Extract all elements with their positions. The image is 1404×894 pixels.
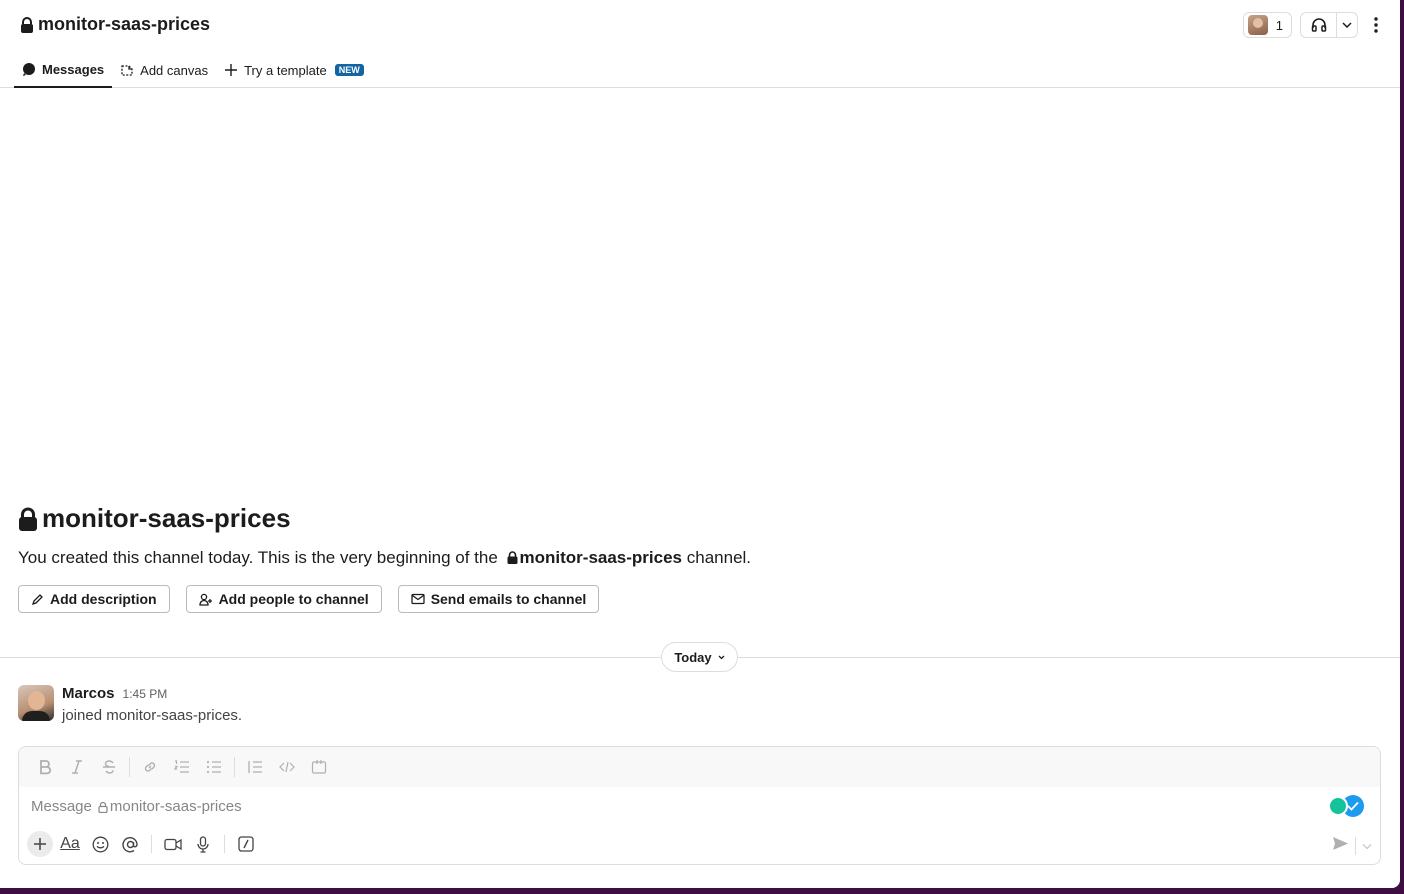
slash-command-icon[interactable] <box>231 830 261 858</box>
button-label: Add people to channel <box>218 591 369 607</box>
more-options-icon[interactable] <box>1366 12 1386 38</box>
intro-description: You created this channel today. This is … <box>18 548 751 568</box>
message-author[interactable]: Marcos <box>62 685 115 702</box>
bulleted-list-icon[interactable] <box>198 753 230 781</box>
members-button[interactable]: 1 <box>1242 12 1292 38</box>
date-jump-button[interactable]: Today <box>661 642 738 672</box>
toolbar-divider <box>129 757 130 777</box>
tab-label: Messages <box>42 61 105 77</box>
avatar[interactable] <box>18 685 54 721</box>
plus-icon <box>225 64 238 76</box>
grammarly-widget[interactable] <box>1328 795 1374 817</box>
tab-messages[interactable]: Messages <box>14 52 113 88</box>
member-avatar <box>1247 15 1268 35</box>
message-item: Marcos 1:45 PM joined monitor-saas-price… <box>18 685 242 724</box>
add-people-button[interactable]: Add people to channel <box>185 585 382 613</box>
pencil-icon <box>31 593 43 605</box>
composer-actions: Aa <box>25 829 261 859</box>
members-count: 1 <box>1275 17 1283 33</box>
intro-text-prefix: You created this channel today. This is … <box>18 548 498 567</box>
headphones-icon[interactable] <box>1301 13 1337 37</box>
new-badge: NEW <box>334 64 364 76</box>
strikethrough-icon[interactable] <box>93 753 125 781</box>
channel-title-button[interactable]: monitor-saas-prices <box>20 14 210 35</box>
placeholder-channel: monitor-saas-prices <box>109 798 242 815</box>
message-bubble-icon <box>23 63 35 76</box>
channel-tabs: Messages Add canvas Try a template NEW <box>14 52 372 88</box>
message-meta: Marcos 1:45 PM <box>62 685 242 702</box>
toolbar-divider <box>151 835 152 853</box>
intro-channel-link[interactable]: monitor-saas-prices <box>520 548 683 567</box>
link-icon[interactable] <box>134 753 166 781</box>
send-controls <box>1332 836 1372 856</box>
intro-title: monitor-saas-prices <box>18 503 751 534</box>
toolbar-divider <box>224 835 225 853</box>
button-label: Send emails to channel <box>430 591 587 607</box>
bold-icon[interactable] <box>29 753 61 781</box>
message-body: Marcos 1:45 PM joined monitor-saas-price… <box>62 685 242 724</box>
schedule-chevron-icon[interactable] <box>1362 837 1372 855</box>
email-icon <box>411 593 425 605</box>
channel-intro: monitor-saas-prices You created this cha… <box>18 503 751 568</box>
lock-icon <box>21 16 33 33</box>
send-emails-button[interactable]: Send emails to channel <box>397 585 600 613</box>
tab-try-template[interactable]: Try a template NEW <box>216 52 372 88</box>
formatting-toolbar <box>19 747 1380 787</box>
lock-icon <box>507 551 518 564</box>
intro-channel-name: monitor-saas-prices <box>42 503 291 533</box>
date-label: Today <box>674 649 712 665</box>
intro-actions: Add description Add people to channel Se… <box>18 585 600 613</box>
tab-label: Add canvas <box>140 62 209 78</box>
lock-icon <box>98 801 108 813</box>
tab-add-canvas[interactable]: Add canvas <box>112 52 216 88</box>
code-icon[interactable] <box>271 753 303 781</box>
message-timestamp[interactable]: 1:45 PM <box>123 687 168 701</box>
message-composer: Message monitor-saas-prices Aa <box>18 746 1381 865</box>
add-person-icon <box>198 593 212 606</box>
emoji-icon[interactable] <box>85 830 115 858</box>
intro-text-suffix: channel. <box>686 548 752 567</box>
italic-icon[interactable] <box>61 753 93 781</box>
video-icon[interactable] <box>158 830 188 858</box>
placeholder-prefix: Message <box>31 798 92 815</box>
channel-view: monitor-saas-prices 1 Messages Add canva… <box>0 0 1400 888</box>
microphone-icon[interactable] <box>188 830 218 858</box>
chevron-down-icon <box>718 655 725 659</box>
canvas-icon <box>121 65 133 76</box>
button-label: Add description <box>50 591 157 607</box>
ordered-list-icon[interactable] <box>166 753 198 781</box>
message-text: joined monitor-saas-prices. <box>62 707 243 724</box>
chevron-down-icon[interactable] <box>1337 22 1357 28</box>
lock-icon <box>19 507 37 531</box>
add-description-button[interactable]: Add description <box>18 585 170 613</box>
blockquote-icon[interactable] <box>239 753 271 781</box>
send-icon[interactable] <box>1332 836 1349 856</box>
channel-name: monitor-saas-prices <box>38 14 211 34</box>
toolbar-divider <box>1355 837 1356 855</box>
code-block-icon[interactable] <box>303 753 335 781</box>
grammarly-bulb-icon <box>1328 796 1348 816</box>
huddle-button[interactable] <box>1300 12 1358 38</box>
tab-label: Try a template <box>244 62 327 78</box>
format-label: Aa <box>60 835 80 852</box>
channel-header: monitor-saas-prices 1 Messages Add canva… <box>0 0 1400 88</box>
toolbar-divider <box>234 757 235 777</box>
message-input[interactable]: Message monitor-saas-prices <box>31 798 242 815</box>
mention-icon[interactable] <box>115 830 145 858</box>
formatting-toggle-button[interactable]: Aa <box>55 830 85 858</box>
attach-plus-button[interactable] <box>25 830 55 858</box>
plus-icon <box>27 831 53 857</box>
